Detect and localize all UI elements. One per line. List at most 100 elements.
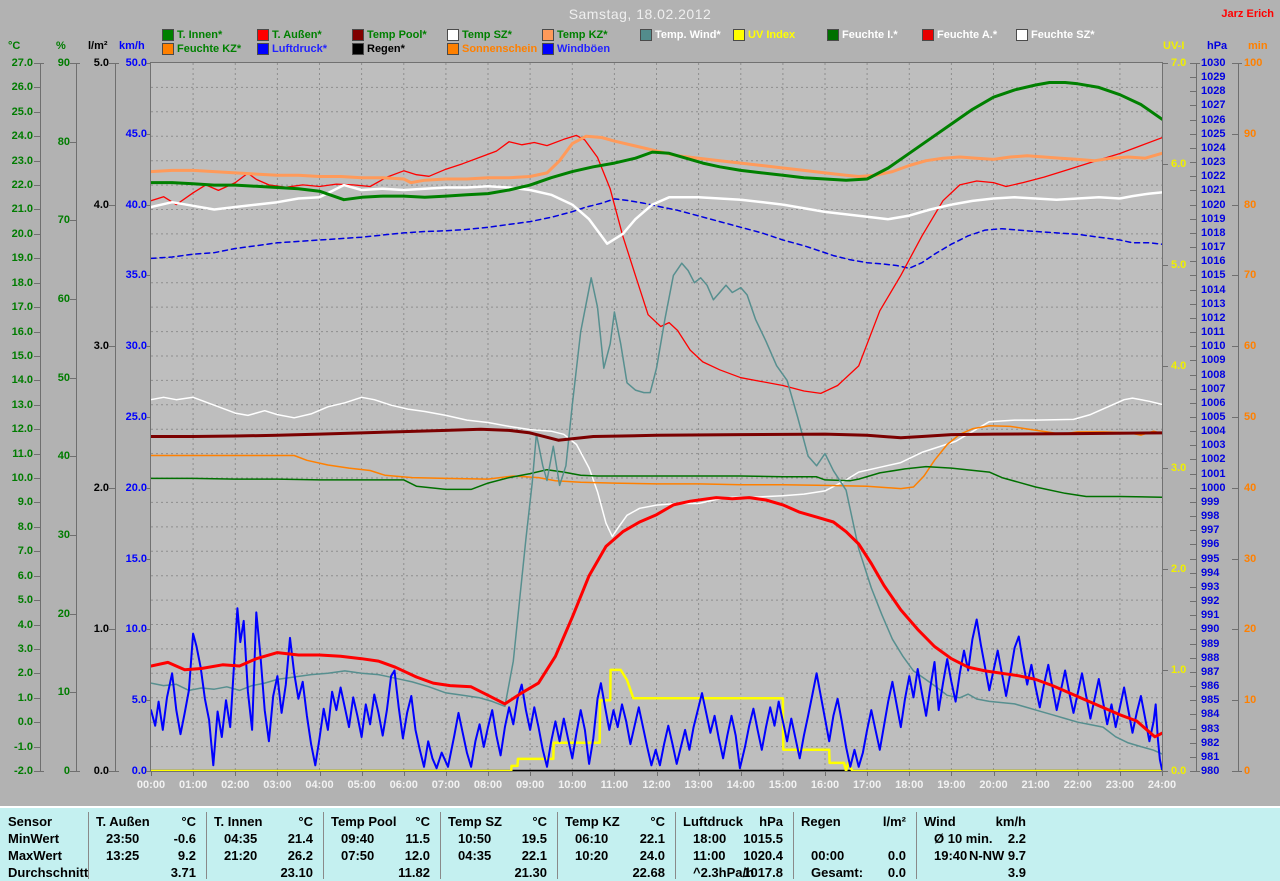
x-tick-mark bbox=[151, 771, 152, 776]
axis-tick-min bbox=[1232, 63, 1238, 64]
axis-tick-hpa bbox=[1190, 218, 1196, 220]
axis-tick-tempC bbox=[34, 307, 40, 309]
table-cell-value: 22.1 bbox=[639, 831, 665, 846]
x-tick-mark bbox=[1035, 771, 1037, 776]
axis-tick-label-kmh: 0.0 bbox=[131, 765, 147, 777]
x-tick-mark bbox=[403, 771, 405, 776]
axis-tick-tempC bbox=[34, 575, 40, 577]
axis-tick-uv bbox=[1162, 467, 1168, 469]
axis-tick-hpa bbox=[1190, 232, 1196, 234]
axis-tick-label-tempC: 5.0 bbox=[17, 594, 33, 607]
legend-label: T. Außen* bbox=[272, 29, 322, 41]
legend-label: Sonnenschein bbox=[462, 43, 538, 55]
axis-tick-hpa bbox=[1190, 417, 1196, 418]
axis-header-kmh: km/h bbox=[119, 40, 145, 52]
table-cell-value: -0.6 bbox=[173, 831, 196, 846]
table-col-unit: °C bbox=[181, 814, 196, 829]
table-cell-value: 22.68 bbox=[632, 865, 665, 880]
x-tick-mark bbox=[1162, 771, 1163, 776]
axis-tick-label-tempC: 19.0 bbox=[11, 252, 33, 265]
axis-tick-label-pct: 30 bbox=[57, 529, 70, 541]
axis-tick-label-hpa: 1024 bbox=[1201, 141, 1226, 154]
axis-tick-label-tempC: 7.0 bbox=[17, 545, 33, 558]
legend-label: Temp Pool* bbox=[367, 29, 427, 41]
axis-tick-min bbox=[1232, 275, 1238, 277]
axis-tick-hpa bbox=[1190, 105, 1196, 107]
axis-tick-label-min: 30 bbox=[1244, 552, 1257, 565]
legend-label: Temp SZ* bbox=[462, 29, 512, 41]
axis-tick-min bbox=[1232, 346, 1238, 348]
axis-tick-label-kmh: 25.0 bbox=[125, 411, 147, 423]
axis-tick-label-tempC: 26.0 bbox=[11, 81, 33, 94]
x-tick-label: 04:00 bbox=[305, 779, 334, 791]
axis-line-tempC bbox=[40, 63, 41, 771]
axis-tick-label-hpa: 1001 bbox=[1201, 467, 1226, 480]
axis-tick-hpa bbox=[1190, 629, 1196, 631]
axis-tick-hpa bbox=[1190, 317, 1196, 319]
axis-tick-label-hpa: 1027 bbox=[1201, 99, 1226, 112]
axis-tick-hpa bbox=[1190, 742, 1196, 744]
axis-tick-label-hpa: 988 bbox=[1201, 651, 1220, 664]
legend-swatch-feuchte-kz bbox=[162, 43, 174, 55]
axis-tick-hpa bbox=[1190, 473, 1196, 475]
axis-tick-hpa bbox=[1190, 374, 1196, 376]
axis-header-tempC: °C bbox=[8, 40, 21, 52]
axis-tick-hpa bbox=[1190, 700, 1196, 702]
axis-tick-label-tempC: 13.0 bbox=[11, 398, 33, 411]
x-tick-label: 23:00 bbox=[1105, 779, 1134, 791]
axis-tick-label-kmh: 45.0 bbox=[125, 127, 147, 140]
table-col-unit: l/m² bbox=[882, 814, 906, 829]
axis-tick-min bbox=[1232, 700, 1238, 702]
axis-tick-label-hpa: 1023 bbox=[1201, 156, 1226, 169]
legend-swatch-sonnenschein bbox=[447, 43, 459, 55]
axis-tick-label-kmh: 50.0 bbox=[125, 57, 147, 69]
stats-table: Sensor MinWert MaxWert Durchschnitt T. Außen… bbox=[0, 806, 1280, 881]
axis-tick-label-hpa: 986 bbox=[1201, 680, 1220, 693]
x-tick-mark bbox=[993, 771, 995, 776]
axis-tick-hpa bbox=[1190, 445, 1196, 447]
axis-tick-uv bbox=[1162, 568, 1168, 570]
axis-tick-label-tempC: 25.0 bbox=[11, 105, 33, 118]
table-cell-value: 1017.8 bbox=[743, 865, 783, 880]
axis-tick-hpa bbox=[1190, 162, 1196, 164]
axis-tick-label-kmh: 30.0 bbox=[125, 340, 147, 353]
x-tick-label: 14:00 bbox=[726, 779, 755, 791]
x-tick-label: 17:00 bbox=[853, 779, 882, 791]
table-cell-value: 26.2 bbox=[287, 848, 313, 863]
legend-swatch-t-innen bbox=[162, 29, 174, 41]
legend-label: Feuchte I.* bbox=[842, 29, 898, 41]
x-tick-label: 03:00 bbox=[263, 779, 292, 791]
table-col-unit: °C bbox=[415, 814, 430, 829]
axis-tick-label-hpa: 984 bbox=[1201, 708, 1220, 721]
axis-line-uv bbox=[1162, 63, 1163, 771]
x-tick-label: 19:00 bbox=[937, 779, 966, 791]
axis-tick-label-hpa: 992 bbox=[1201, 595, 1220, 608]
axis-tick-label-hpa: 999 bbox=[1201, 495, 1220, 508]
axis-tick-label-min: 100 bbox=[1244, 57, 1263, 69]
axis-tick-label-hpa: 1026 bbox=[1201, 113, 1226, 126]
axis-tick-tempC bbox=[34, 282, 40, 284]
legend-swatch-luftdruck bbox=[257, 43, 269, 55]
axis-tick-tempC bbox=[34, 600, 40, 602]
x-tick-label: 08:00 bbox=[473, 779, 503, 791]
axis-tick-pct bbox=[70, 220, 76, 222]
axis-tick-hpa bbox=[1190, 530, 1196, 532]
axis-header-min: min bbox=[1248, 40, 1268, 52]
axis-tick-label-min: 90 bbox=[1244, 127, 1257, 140]
axis-tick-label-hpa: 1009 bbox=[1201, 354, 1226, 367]
axis-tick-pct bbox=[70, 535, 76, 536]
x-tick-mark bbox=[277, 771, 279, 776]
axis-tick-label-hpa: 983 bbox=[1201, 722, 1220, 735]
axis-tick-uv bbox=[1162, 164, 1168, 166]
axis-tick-tempC bbox=[34, 478, 40, 480]
axis-tick-label-pct: 60 bbox=[57, 293, 70, 305]
axis-tick-label-hpa: 1008 bbox=[1201, 368, 1226, 381]
legend-swatch-temp-pool bbox=[352, 29, 364, 41]
axis-tick-label-hpa: 1007 bbox=[1201, 382, 1226, 395]
x-tick-label: 24:00 bbox=[1147, 779, 1177, 791]
plot-area[interactable] bbox=[149, 62, 1164, 773]
x-tick-mark bbox=[445, 771, 447, 776]
axis-tick-hpa bbox=[1190, 572, 1196, 574]
table-cell-value: 2.2 bbox=[1007, 831, 1026, 846]
axis-tick-label-hpa: 987 bbox=[1201, 665, 1220, 678]
